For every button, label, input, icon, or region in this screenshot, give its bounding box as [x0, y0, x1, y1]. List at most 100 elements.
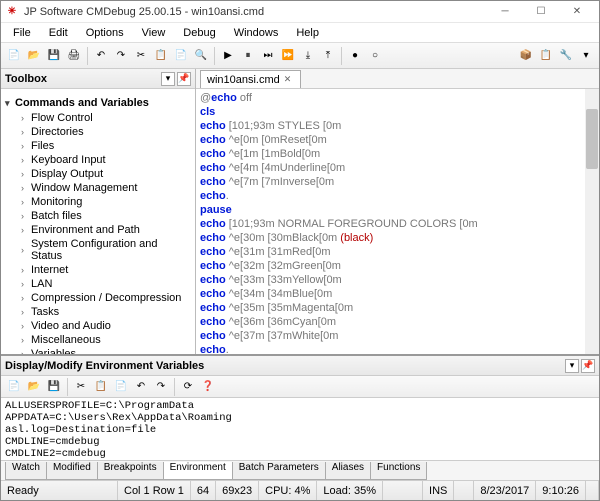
tree-item[interactable]: ›Flow Control	[1, 111, 195, 125]
menu-help[interactable]: Help	[288, 25, 327, 41]
toolbar-button[interactable]: ↷	[152, 378, 170, 396]
tab-close-icon[interactable]: ✕	[284, 74, 294, 85]
toolbar-button[interactable]: ●	[346, 47, 364, 65]
toolbar-button[interactable]: 📂	[25, 47, 43, 65]
tree-item[interactable]: ›Variables	[1, 347, 195, 354]
toolbar-button[interactable]: ⏭	[259, 47, 277, 65]
env-tab-breakpoints[interactable]: Breakpoints	[97, 462, 164, 480]
tree-item-label: Files	[31, 140, 54, 152]
chevron-right-icon: ›	[21, 127, 31, 137]
toolbar-button[interactable]: ⏸	[239, 47, 257, 65]
tree-root-commands[interactable]: ▾ Commands and Variables	[1, 95, 195, 111]
tree-item-label: Display Output	[31, 168, 103, 180]
tree-item[interactable]: ›Directories	[1, 125, 195, 139]
tree-item[interactable]: ›Miscellaneous	[1, 333, 195, 347]
code-editor[interactable]: @echo offclsecho [101;93m STYLES [0mecho…	[196, 89, 599, 354]
chevron-right-icon: ›	[21, 335, 31, 345]
tree-item[interactable]: ›Display Output	[1, 167, 195, 181]
tree-item[interactable]: ›Monitoring	[1, 195, 195, 209]
toolbar-button[interactable]: 📋	[92, 378, 110, 396]
tree-item[interactable]: ›Compression / Decompression	[1, 291, 195, 305]
env-pin-button[interactable]: 📌	[581, 359, 595, 373]
editor-panel: win10ansi.cmd ✕ @echo offclsecho [101;93…	[196, 69, 599, 354]
env-tab-batch-parameters[interactable]: Batch Parameters	[232, 462, 326, 480]
menu-edit[interactable]: Edit	[41, 25, 76, 41]
scrollbar-thumb[interactable]	[586, 109, 598, 169]
status-ready: Ready	[1, 481, 118, 500]
tree-item[interactable]: ›Tasks	[1, 305, 195, 319]
toolbox-panel: Toolbox ▾ 📌 ▾ Commands and Variables ›Fl…	[1, 69, 196, 354]
menu-windows[interactable]: Windows	[226, 25, 287, 41]
toolbox-header: Toolbox ▾ 📌	[1, 69, 195, 89]
code-line: echo ^e[7m [7mInverse[0m	[200, 175, 595, 189]
maximize-button[interactable]: ☐	[523, 2, 559, 22]
toolbar-button[interactable]: ✂	[72, 378, 90, 396]
tree-item[interactable]: ›LAN	[1, 277, 195, 291]
chevron-right-icon: ›	[21, 155, 31, 165]
tree-item[interactable]: ›Files	[1, 139, 195, 153]
toolbar-button[interactable]: ✂	[132, 47, 150, 65]
toolbar-button[interactable]: ↷	[112, 47, 130, 65]
toolbar-button[interactable]: 🔍	[192, 47, 210, 65]
tree-item[interactable]: ›Keyboard Input	[1, 153, 195, 167]
env-tab-aliases[interactable]: Aliases	[325, 462, 371, 480]
status-load: Load: 35%	[317, 481, 383, 500]
toolbar-button[interactable]: 📄	[172, 47, 190, 65]
tree-item-label: LAN	[31, 278, 52, 290]
toolbox-dropdown-button[interactable]: ▾	[161, 72, 175, 86]
toolbar-button[interactable]: 📄	[112, 378, 130, 396]
toolbar-button[interactable]: ⤓	[299, 47, 317, 65]
chevron-right-icon: ›	[21, 279, 31, 289]
status-char: 64	[191, 481, 216, 500]
tree-item[interactable]: ›Environment and Path	[1, 223, 195, 237]
tree-item-label: Keyboard Input	[31, 154, 106, 166]
toolbox-pin-button[interactable]: 📌	[177, 72, 191, 86]
toolbar-button[interactable]: ⟳	[179, 378, 197, 396]
tree-item[interactable]: ›Internet	[1, 263, 195, 277]
toolbar-button[interactable]: 📄	[5, 378, 23, 396]
toolbar-button[interactable]: 📋	[152, 47, 170, 65]
menu-view[interactable]: View	[134, 25, 174, 41]
editor-tab-active[interactable]: win10ansi.cmd ✕	[200, 70, 301, 88]
env-textarea[interactable]: ALLUSERSPROFILE=C:\ProgramData APPDATA=C…	[1, 398, 599, 460]
toolbox-tree: ▾ Commands and Variables ›Flow Control›D…	[1, 89, 195, 354]
toolbar-button[interactable]: 📦	[517, 47, 535, 65]
tree-item-label: Tasks	[31, 306, 59, 318]
toolbar-button[interactable]: 💾	[45, 47, 63, 65]
env-dropdown-button[interactable]: ▾	[565, 359, 579, 373]
toolbar-button[interactable]: ⏩	[279, 47, 297, 65]
toolbar-button[interactable]: ⤒	[319, 47, 337, 65]
menu-debug[interactable]: Debug	[175, 25, 223, 41]
toolbar-button[interactable]: 📄	[5, 47, 23, 65]
code-line: echo ^e[37m [37mWhite[0m	[200, 329, 595, 343]
toolbar-button[interactable]: 📋	[537, 47, 555, 65]
status-pos: Col 1 Row 1	[118, 481, 191, 500]
menu-options[interactable]: Options	[78, 25, 132, 41]
toolbar-button[interactable]: ↶	[92, 47, 110, 65]
toolbar-button[interactable]: 📂	[25, 378, 43, 396]
menu-file[interactable]: File	[5, 25, 39, 41]
env-tab-functions[interactable]: Functions	[370, 462, 427, 480]
toolbar-button[interactable]: ❓	[199, 378, 217, 396]
toolbar-button[interactable]: 💾	[45, 378, 63, 396]
env-toolbar: 📄📂💾✂📋📄↶↷⟳❓	[1, 376, 599, 398]
env-tab-modified[interactable]: Modified	[46, 462, 98, 480]
tree-item-label: System Configuration and Status	[31, 238, 191, 262]
toolbar-button[interactable]: 🖨	[65, 47, 83, 65]
tree-item[interactable]: ›Window Management	[1, 181, 195, 195]
env-tab-watch[interactable]: Watch	[5, 462, 47, 480]
minimize-button[interactable]: ─	[487, 2, 523, 22]
toolbar-button[interactable]: 🔧	[557, 47, 575, 65]
status-ins: INS	[423, 481, 454, 500]
tree-item[interactable]: ›System Configuration and Status	[1, 237, 195, 263]
toolbar-button[interactable]: ▶	[219, 47, 237, 65]
tree-item[interactable]: ›Video and Audio	[1, 319, 195, 333]
env-tab-environment[interactable]: Environment	[163, 462, 233, 480]
tree-item[interactable]: ›Batch files	[1, 209, 195, 223]
editor-scrollbar[interactable]	[585, 89, 599, 354]
toolbar-button[interactable]: ▾	[577, 47, 595, 65]
toolbar-button[interactable]: ○	[366, 47, 384, 65]
toolbar-button[interactable]: ↶	[132, 378, 150, 396]
toolbar-separator	[214, 47, 215, 65]
close-button[interactable]: ✕	[559, 2, 595, 22]
